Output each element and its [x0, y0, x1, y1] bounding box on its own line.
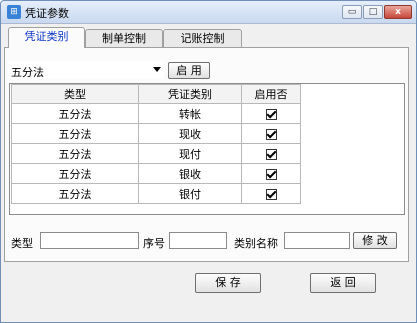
cell-type[interactable]: 五分法: [11, 123, 139, 144]
maximize-button[interactable]: □: [363, 5, 383, 19]
column-header-type[interactable]: 类型: [11, 84, 139, 104]
tab-posting-control[interactable]: 记账控制: [163, 29, 242, 47]
tab-entry-control[interactable]: 制单控制: [85, 29, 163, 47]
cell-enabled[interactable]: [241, 163, 301, 184]
chevron-down-icon[interactable]: [153, 67, 161, 72]
close-button[interactable]: x: [384, 5, 412, 19]
checkbox-checked-icon[interactable]: [265, 108, 277, 120]
table-row[interactable]: 五分法 银付: [11, 183, 301, 204]
type-label: 类型: [11, 237, 33, 250]
cell-category[interactable]: 现付: [138, 143, 242, 164]
checkbox-checked-icon[interactable]: [265, 188, 277, 200]
method-select[interactable]: 五分法: [8, 61, 164, 79]
seq-label: 序号: [143, 237, 165, 250]
modify-button[interactable]: 修 改: [353, 232, 397, 249]
cell-type[interactable]: 五分法: [11, 183, 139, 204]
minimize-button[interactable]: ▭: [342, 5, 362, 19]
back-button[interactable]: 返 回: [310, 273, 376, 293]
cell-category[interactable]: 银付: [138, 183, 242, 204]
category-name-label: 类别名称: [234, 237, 278, 250]
cell-type[interactable]: 五分法: [11, 143, 139, 164]
checkbox-checked-icon[interactable]: [265, 148, 277, 160]
cell-enabled[interactable]: [241, 123, 301, 144]
grid-header-row: 类型 凭证类别 启用否: [11, 84, 301, 104]
seq-input[interactable]: [169, 232, 227, 249]
cell-category[interactable]: 银收: [138, 163, 242, 184]
voucher-category-grid: 类型 凭证类别 启用否 五分法 转帐 五分法 现收 五分法 现付 五分法 银收 …: [9, 83, 405, 215]
cell-category[interactable]: 现收: [138, 123, 242, 144]
checkbox-checked-icon[interactable]: [265, 128, 277, 140]
window-title: 凭证参数: [25, 7, 69, 20]
cell-type[interactable]: 五分法: [11, 163, 139, 184]
column-header-category[interactable]: 凭证类别: [138, 84, 242, 104]
title-bar[interactable]: ⊞ 凭证参数 ▭ □ x: [1, 1, 416, 24]
enable-button[interactable]: 启 用: [168, 62, 210, 79]
checkbox-checked-icon[interactable]: [265, 168, 277, 180]
cell-enabled[interactable]: [241, 103, 301, 124]
category-name-input[interactable]: [284, 232, 350, 249]
cell-category[interactable]: 转帐: [138, 103, 242, 124]
type-input[interactable]: [40, 232, 139, 249]
table-row[interactable]: 五分法 银收: [11, 163, 301, 184]
method-select-value: 五分法: [11, 66, 44, 79]
tab-voucher-category[interactable]: 凭证类别: [8, 27, 85, 48]
table-row[interactable]: 五分法 转帐: [11, 103, 301, 124]
calc-icon: ⊞: [7, 5, 21, 19]
column-header-enabled[interactable]: 启用否: [241, 84, 301, 104]
cell-enabled[interactable]: [241, 143, 301, 164]
table-row[interactable]: 五分法 现收: [11, 123, 301, 144]
save-button[interactable]: 保 存: [195, 273, 261, 293]
table-row[interactable]: 五分法 现付: [11, 143, 301, 164]
cell-type[interactable]: 五分法: [11, 103, 139, 124]
cell-enabled[interactable]: [241, 183, 301, 204]
